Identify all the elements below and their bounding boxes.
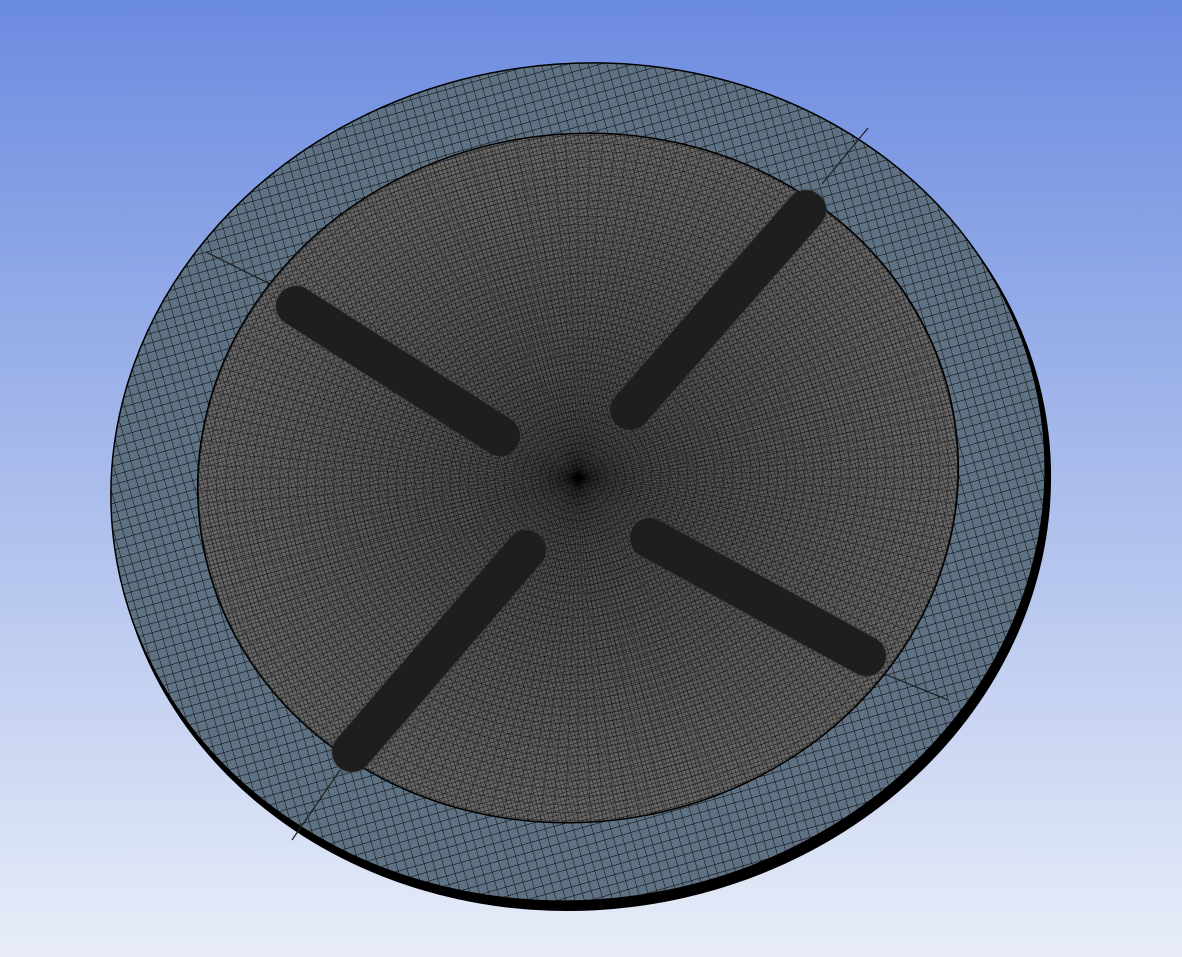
mesh-scene[interactable] bbox=[0, 0, 1182, 957]
graphics-viewport[interactable] bbox=[0, 0, 1182, 957]
